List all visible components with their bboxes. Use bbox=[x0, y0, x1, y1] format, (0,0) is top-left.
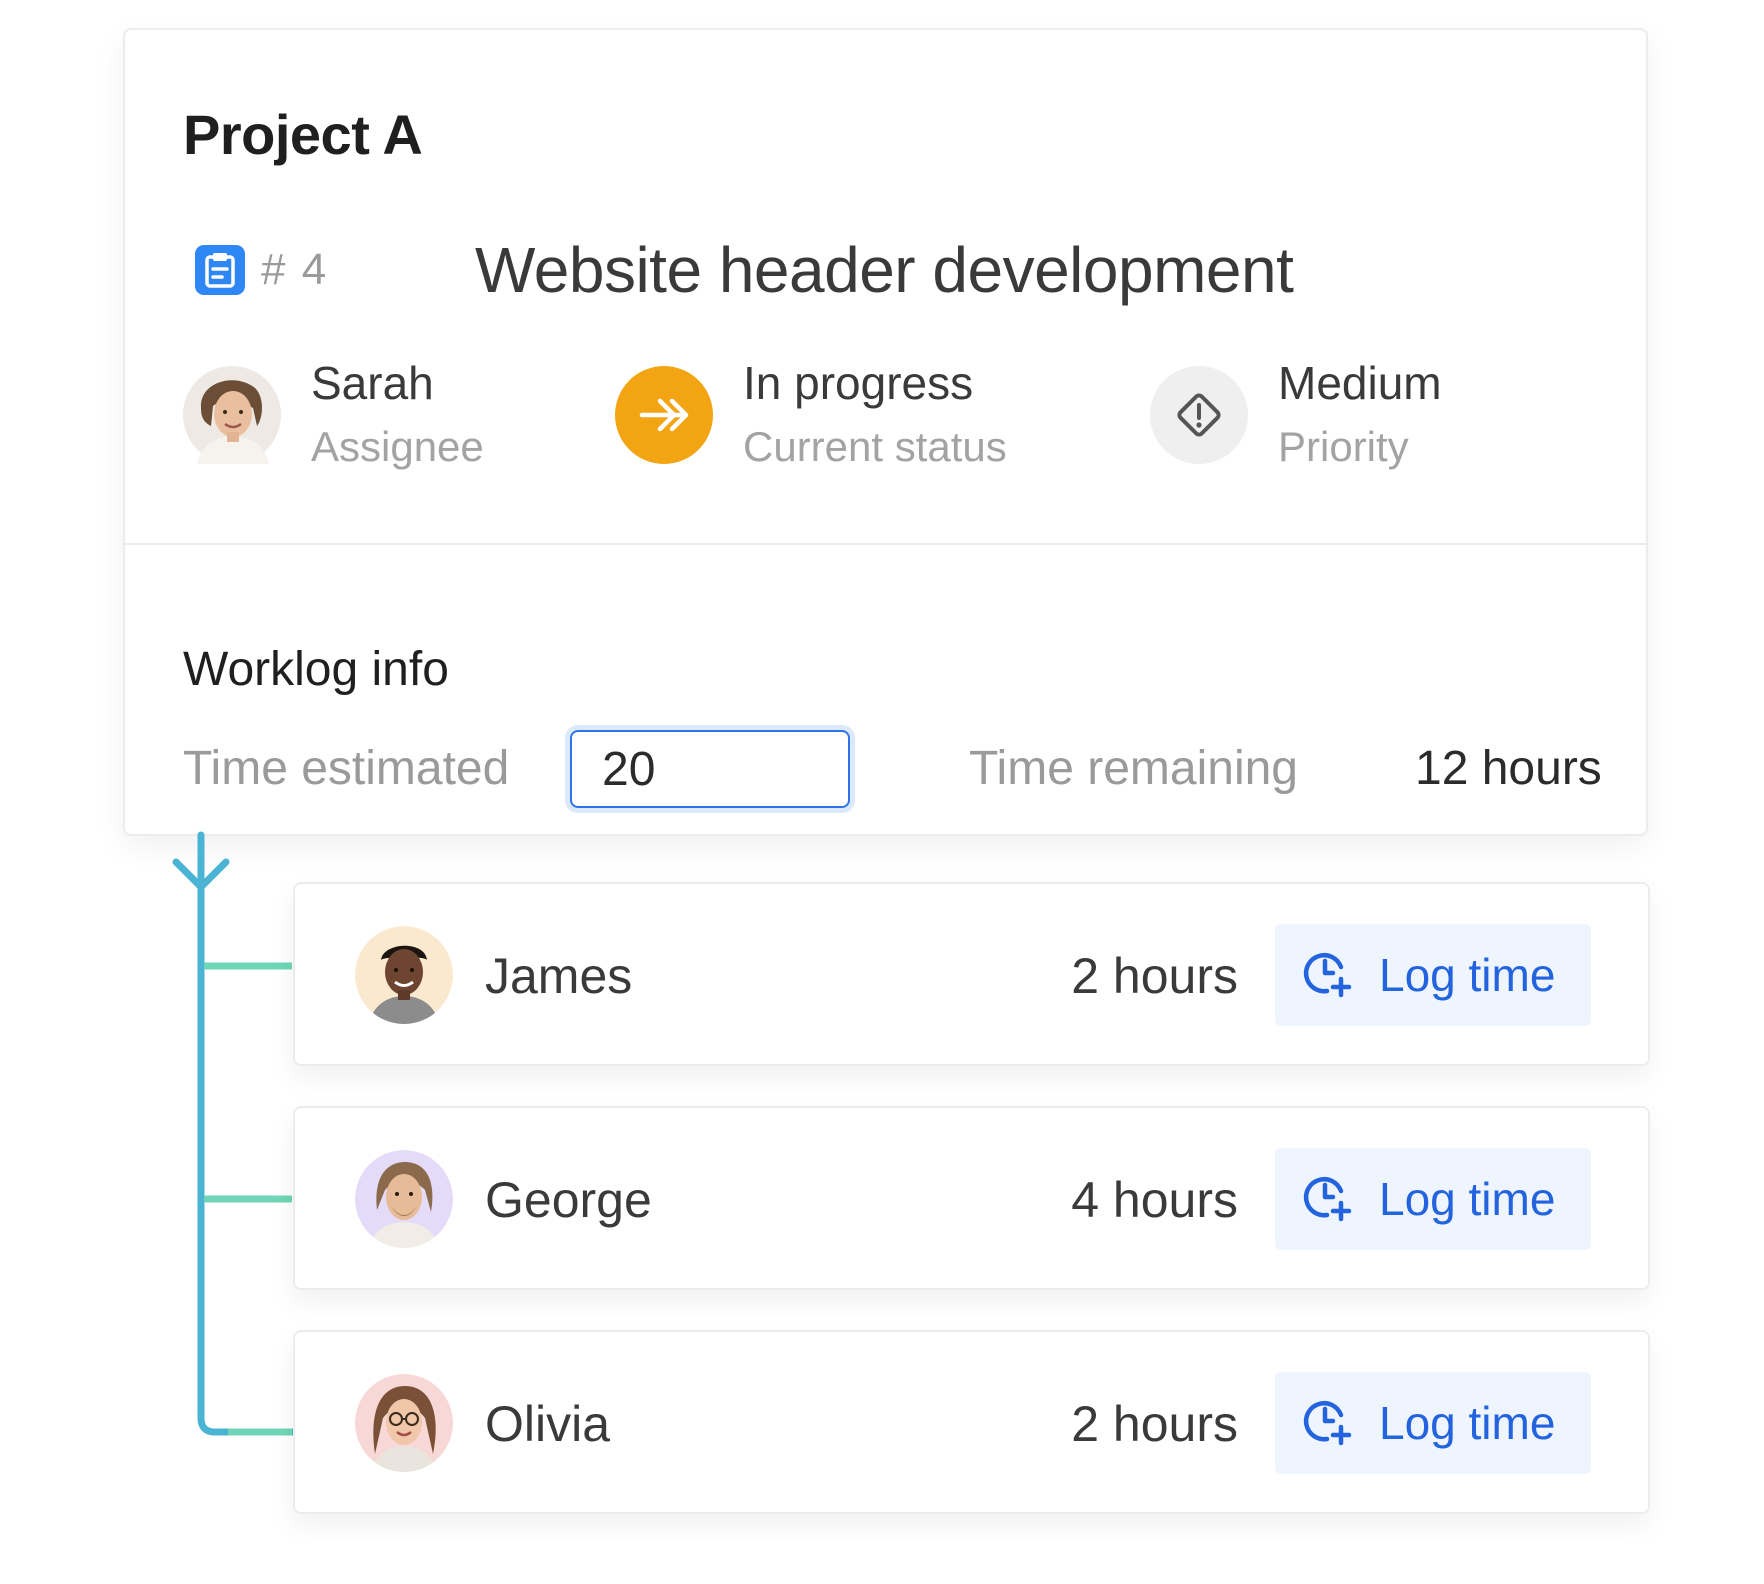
hours-logged: 2 hours bbox=[1071, 948, 1238, 1004]
assignee-meta[interactable]: Sarah Assignee bbox=[183, 357, 484, 470]
project-title: Project A bbox=[183, 103, 423, 166]
time-estimated-input[interactable] bbox=[570, 730, 850, 808]
log-time-button[interactable]: Log time bbox=[1275, 1148, 1591, 1250]
assignee-name: Olivia bbox=[485, 1396, 611, 1452]
hours-logged: 2 hours bbox=[1071, 1396, 1238, 1452]
hours-logged: 4 hours bbox=[1071, 1172, 1238, 1228]
log-time-label: Log time bbox=[1379, 1397, 1556, 1449]
priority-label: Priority bbox=[1278, 423, 1409, 470]
priority-value: Medium bbox=[1278, 357, 1442, 409]
task-row: # 4 Website header development bbox=[195, 230, 1294, 310]
worklog-title: Worklog info bbox=[183, 643, 449, 696]
avatar bbox=[355, 926, 453, 1024]
clock-plus-icon bbox=[1303, 1397, 1353, 1450]
log-time-label: Log time bbox=[1379, 1173, 1556, 1225]
worklog-row: Time estimated Time remaining 12 hours bbox=[183, 730, 1603, 808]
priority-diamond-icon bbox=[1150, 366, 1248, 464]
list-item: George 4 hours Log time bbox=[293, 1106, 1650, 1290]
avatar bbox=[183, 366, 281, 464]
time-estimated-label: Time estimated bbox=[183, 742, 510, 795]
list-item: James 2 hours Log time bbox=[293, 882, 1650, 1066]
log-time-button[interactable]: Log time bbox=[1275, 1372, 1591, 1474]
priority-meta[interactable]: Medium Priority bbox=[1150, 357, 1442, 470]
time-remaining-label: Time remaining bbox=[969, 742, 1298, 795]
avatar bbox=[355, 1150, 453, 1248]
avatar bbox=[355, 1374, 453, 1472]
assignee-name: Sarah bbox=[311, 357, 434, 409]
assignee-label: Assignee bbox=[311, 423, 484, 470]
divider bbox=[125, 543, 1646, 545]
status-meta[interactable]: In progress Current status bbox=[615, 357, 1007, 470]
status-value: In progress bbox=[743, 357, 974, 409]
log-time-label: Log time bbox=[1379, 949, 1556, 1001]
double-arrow-right-icon bbox=[615, 366, 713, 464]
clock-plus-icon bbox=[1303, 949, 1353, 1002]
task-title: Website header development bbox=[475, 234, 1294, 306]
task-card: Project A # 4 Website header development bbox=[123, 28, 1648, 836]
time-remaining-value: 12 hours bbox=[1415, 742, 1602, 795]
assignee-name: James bbox=[485, 948, 633, 1004]
assignee-name: George bbox=[485, 1172, 652, 1228]
list-item: Olivia 2 hours Log time bbox=[293, 1330, 1650, 1514]
clipboard-icon bbox=[195, 245, 245, 295]
task-id: # 4 bbox=[261, 245, 329, 294]
time-estimated-field-wrapper bbox=[570, 730, 850, 808]
status-label: Current status bbox=[743, 423, 1007, 470]
clock-plus-icon bbox=[1303, 1173, 1353, 1226]
log-time-button[interactable]: Log time bbox=[1275, 924, 1591, 1026]
